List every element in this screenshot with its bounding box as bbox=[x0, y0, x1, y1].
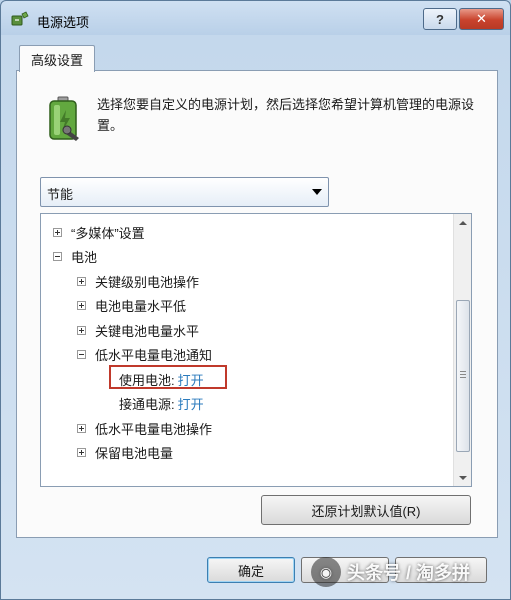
tree-item-critical-battery-action[interactable]: 关键级别电池操作 bbox=[77, 271, 199, 291]
tree-item-critical-battery-level[interactable]: 关键电池电量水平 bbox=[77, 320, 199, 340]
arrow-down-icon bbox=[458, 475, 467, 480]
close-button[interactable]: ✕ bbox=[459, 8, 504, 30]
power-options-window: 电源选项 ? ✕ 高级设置 选择您要自定义的电源计划，然后选择您希望计算机管理的… bbox=[0, 0, 511, 600]
setting-label: 接通电源: bbox=[119, 396, 175, 412]
scroll-down-button[interactable] bbox=[454, 469, 471, 486]
power-plan-selected-value: 节能 bbox=[47, 187, 74, 202]
setting-value-link[interactable]: 打开 bbox=[178, 394, 204, 413]
expand-icon[interactable] bbox=[77, 423, 86, 433]
expand-icon[interactable] bbox=[53, 227, 62, 237]
tree-item-battery[interactable]: 电池 bbox=[53, 246, 97, 266]
title-bar: 电源选项 ? ✕ bbox=[1, 1, 510, 35]
collapse-icon[interactable] bbox=[53, 251, 62, 261]
tree-item-label: “多媒体”设置 bbox=[71, 225, 145, 241]
settings-tree[interactable]: “多媒体”设置 电池 关键级别电池操作 电池电量水平低 关键电池电量水平 低水平… bbox=[40, 213, 472, 487]
expand-icon[interactable] bbox=[77, 300, 86, 310]
tree-item-multimedia[interactable]: “多媒体”设置 bbox=[53, 222, 145, 242]
tree-item-label: 电池 bbox=[71, 249, 98, 265]
watermark-text: 头条号 / 淘多拼 bbox=[347, 563, 471, 583]
scroll-thumb[interactable] bbox=[456, 300, 470, 452]
tab-advanced-settings[interactable]: 高级设置 bbox=[19, 45, 95, 72]
tree-item-label: 电池电量水平低 bbox=[95, 298, 187, 314]
tree-item-label: 低水平电量电池操作 bbox=[95, 421, 213, 437]
tree-item-low-battery-level[interactable]: 电池电量水平低 bbox=[77, 295, 186, 315]
expand-icon[interactable] bbox=[77, 276, 86, 286]
advanced-settings-panel: 选择您要自定义的电源计划，然后选择您希望计算机管理的电源设置。 节能 “多媒体”… bbox=[16, 70, 498, 538]
tree-item-label: 关键电池电量水平 bbox=[95, 323, 200, 339]
expand-icon[interactable] bbox=[77, 447, 86, 457]
collapse-icon[interactable] bbox=[77, 349, 86, 359]
power-plan-select[interactable]: 节能 bbox=[40, 177, 329, 207]
help-button[interactable]: ? bbox=[423, 8, 457, 30]
scroll-up-button[interactable] bbox=[454, 214, 471, 231]
chevron-down-icon bbox=[312, 189, 322, 195]
highlight-box bbox=[109, 365, 227, 389]
expand-icon[interactable] bbox=[77, 325, 86, 335]
tree-item-low-battery-action[interactable]: 低水平电量电池操作 bbox=[77, 418, 212, 438]
description-text: 选择您要自定义的电源计划，然后选择您希望计算机管理的电源设置。 bbox=[97, 97, 475, 133]
ok-button[interactable]: 确定 bbox=[207, 557, 295, 583]
power-options-icon bbox=[11, 11, 29, 26]
watermark-logo-icon: ◉ bbox=[311, 557, 341, 587]
tree-item-label: 低水平电量电池通知 bbox=[95, 347, 213, 363]
tree-item-reserve-battery-level[interactable]: 保留电池电量 bbox=[77, 442, 173, 462]
tree-scrollbar[interactable] bbox=[453, 214, 471, 486]
watermark: ◉ 头条号 / 淘多拼 bbox=[311, 549, 507, 595]
tree-item-low-battery-notification[interactable]: 低水平电量电池通知 bbox=[77, 344, 212, 364]
arrow-up-icon bbox=[458, 220, 467, 225]
window-title: 电源选项 bbox=[37, 15, 90, 30]
tree-item-label: 关键级别电池操作 bbox=[95, 274, 200, 290]
restore-defaults-button[interactable]: 还原计划默认值(R) bbox=[261, 495, 471, 525]
tree-item-label: 保留电池电量 bbox=[95, 445, 174, 461]
grip-icon bbox=[460, 371, 466, 372]
setting-plugged-in[interactable]: 接通电源: 打开 bbox=[119, 393, 204, 413]
battery-icon bbox=[49, 96, 79, 141]
